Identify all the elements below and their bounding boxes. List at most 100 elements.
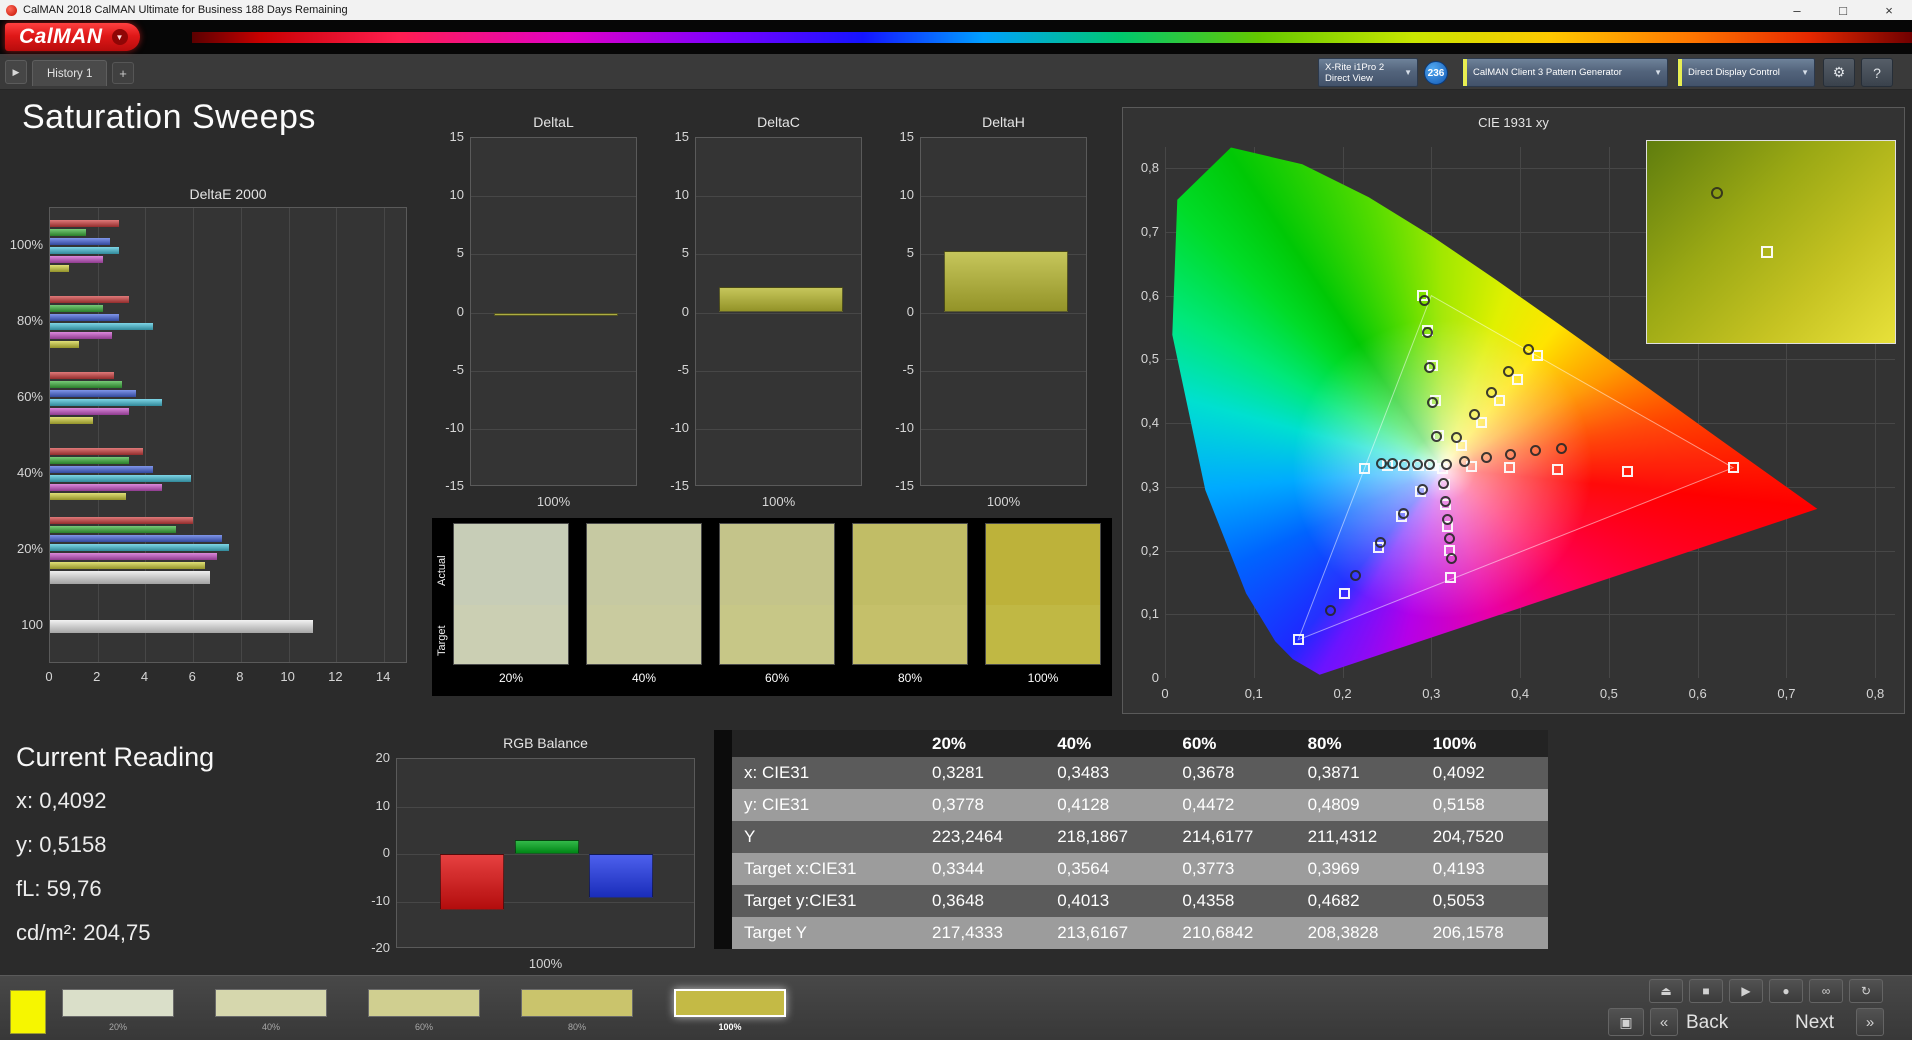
- value-cell: 211,4312: [1307, 827, 1378, 846]
- de2000-bar: [50, 466, 153, 473]
- value-cell: 0,5158: [1432, 795, 1485, 814]
- pattern-generator-dropdown[interactable]: CalMAN Client 3 Pattern Generator ▼: [1462, 58, 1668, 87]
- rgb-bar-green: [514, 839, 579, 854]
- row-label: x: CIE31: [744, 763, 810, 782]
- y-tick-label: 10: [674, 187, 689, 203]
- minimize-button[interactable]: –: [1774, 0, 1820, 20]
- y-tick-label: 100%: [9, 237, 43, 252]
- settings-button[interactable]: ⚙: [1823, 58, 1855, 87]
- x-tick-label: 0,2: [1333, 686, 1352, 701]
- y-tick-label: 0,1: [1140, 606, 1159, 622]
- value-cell: 0,4809: [1307, 795, 1360, 814]
- de2000-bar: [50, 448, 144, 455]
- value-cell: 204,7520: [1432, 827, 1504, 846]
- transport-eject-button[interactable]: ⏏: [1649, 979, 1683, 1003]
- value-cell: 0,4358: [1182, 891, 1235, 910]
- saturation-swatch-strip: Actual Target 20% 40% 60% 80% 100%: [432, 518, 1112, 696]
- value-cell: 0,3648: [932, 891, 984, 910]
- x-tick-label: 0,7: [1777, 686, 1796, 701]
- value-cell: 0,5053: [1432, 891, 1485, 910]
- transport-stop-button[interactable]: ■: [1689, 979, 1723, 1003]
- value-cell: 214,6177: [1182, 827, 1254, 846]
- patch-thumbnail-40%[interactable]: [215, 989, 327, 1017]
- inset-measured-point: [1711, 187, 1724, 200]
- value-cell: 0,4092: [1432, 763, 1485, 782]
- maximize-button[interactable]: □: [1820, 0, 1866, 20]
- de2000-bar: [50, 552, 218, 560]
- meter-count-badge[interactable]: 236: [1424, 61, 1448, 85]
- gridline: [921, 196, 1086, 198]
- target-color: [986, 605, 1100, 664]
- transport-repeat-button[interactable]: ↻: [1849, 979, 1883, 1003]
- x-tick-label: 4: [140, 669, 149, 684]
- y-tick-label: 60%: [16, 389, 43, 404]
- help-button[interactable]: ?: [1861, 58, 1893, 87]
- y-tick-label: -5: [902, 361, 914, 377]
- de2000-bar: [50, 408, 129, 415]
- y-tick-label: 0: [906, 303, 914, 319]
- next-chevrons-icon[interactable]: »: [1856, 1008, 1884, 1036]
- value-cell: 217,4333: [932, 923, 1003, 942]
- window-titlebar: CalMAN 2018 CalMAN Ultimate for Business…: [0, 0, 1912, 20]
- header-cell: 60%: [1182, 734, 1217, 753]
- transport-record-button[interactable]: ●: [1769, 979, 1803, 1003]
- transport-loop-button[interactable]: ∞: [1809, 979, 1843, 1003]
- y-tick-label: 20: [375, 750, 390, 765]
- x-tick-label: 2: [93, 669, 101, 684]
- actual-color: [720, 524, 834, 606]
- x-tick-label: 0: [1161, 686, 1169, 701]
- target-color: [587, 605, 701, 664]
- value-cell: 213,6167: [1057, 923, 1129, 942]
- gridline: [471, 254, 636, 256]
- back-button[interactable]: Back: [1686, 1012, 1728, 1034]
- spectrum-strip: [192, 32, 1912, 43]
- saturation-swatch-80%: [852, 523, 968, 665]
- gridline: [397, 806, 694, 808]
- value-cell: 0,4128: [1057, 795, 1110, 814]
- y-tick-label: 0,6: [1140, 287, 1159, 303]
- table-row: x: CIE31 0,3281 0,3483 0,3678 0,3871 0,4092: [732, 757, 1548, 789]
- display-control-dropdown[interactable]: Direct Display Control ▼: [1677, 58, 1815, 87]
- de2000-bar: [50, 417, 93, 424]
- measured-point: [1423, 362, 1435, 374]
- calman-logo-text: CalMAN: [19, 25, 103, 48]
- swatch-label: 80%: [897, 671, 923, 685]
- next-button[interactable]: Next: [1795, 1012, 1834, 1034]
- delta-bar: [719, 286, 843, 313]
- patch-thumbnail-80%[interactable]: [521, 989, 633, 1017]
- target-point: [1621, 465, 1633, 477]
- de2000-bar: [50, 493, 127, 500]
- gridline: [921, 370, 1086, 372]
- meter-dropdown[interactable]: X-Rite i1Pro 2 Direct View ▼: [1318, 58, 1418, 87]
- back-chevrons-icon[interactable]: «: [1650, 1008, 1678, 1036]
- target-point: [1494, 394, 1506, 406]
- x-tick-label: 0,5: [1599, 686, 1618, 701]
- close-button[interactable]: ×: [1866, 0, 1912, 20]
- measured-point: [1421, 327, 1433, 339]
- tab-history-1[interactable]: History 1: [32, 60, 108, 86]
- de2000-bar: [50, 561, 206, 569]
- patch-thumbnail-20%[interactable]: [62, 989, 174, 1017]
- add-tab-button[interactable]: +: [112, 62, 134, 84]
- x-tick-label: 14: [375, 669, 391, 684]
- de2000-bar: [50, 516, 194, 524]
- deltal-chart: [470, 137, 637, 486]
- thumbnail-label: 100%: [718, 1022, 742, 1032]
- calman-logo[interactable]: CalMAN ▼: [5, 23, 140, 51]
- pattern-window-button[interactable]: ▣: [1608, 1008, 1644, 1036]
- de2000-bar: [50, 220, 120, 227]
- transport-play-button[interactable]: ▶: [1729, 979, 1763, 1003]
- x-axis-label: 100%: [761, 494, 796, 509]
- deltah-chart: [920, 137, 1087, 486]
- value-cell: 208,3828: [1307, 923, 1379, 942]
- y-tick-label: -5: [452, 361, 464, 377]
- target-point: [1292, 634, 1304, 646]
- patch-thumbnail-60%[interactable]: [368, 989, 480, 1017]
- window-title: CalMAN 2018 CalMAN Ultimate for Business…: [23, 4, 348, 16]
- expand-arrow-icon[interactable]: ▶: [5, 60, 27, 84]
- x-tick-label: 12: [328, 669, 343, 684]
- gridline: [696, 312, 861, 314]
- de2000-bar: [50, 332, 113, 339]
- patch-thumbnail-100%[interactable]: [674, 989, 786, 1017]
- current-reading-y: y: 0,5158: [16, 832, 107, 857]
